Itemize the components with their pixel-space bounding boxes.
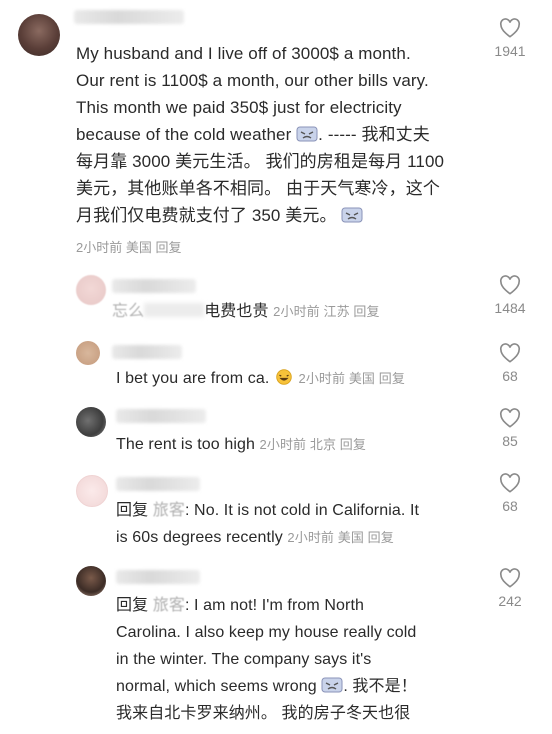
comment-meta[interactable]: 2小时前 美国 回复	[298, 371, 404, 386]
like-button[interactable]: 242	[482, 568, 538, 609]
comment-text: My husband and I live off of 3000$ a mon…	[76, 44, 445, 225]
username-blurred[interactable]	[112, 345, 182, 359]
avatar[interactable]	[18, 14, 60, 56]
like-count: 1941	[494, 43, 526, 59]
heart-outline-icon	[499, 275, 521, 295]
username-blurred[interactable]	[112, 279, 196, 293]
like-button[interactable]: 1941	[482, 18, 538, 59]
like-count: 68	[502, 498, 518, 514]
comment-text: 回复 旅客: No. It is not cold in California.…	[116, 502, 420, 546]
comment-text: The rent is too high 2小时前 北京 回复	[116, 436, 366, 453]
comment-text: 回复 旅客: I am not! I'm from North Carolina…	[116, 597, 417, 722]
username-blurred[interactable]	[116, 570, 200, 584]
like-count: 242	[498, 593, 522, 609]
heart-outline-icon	[499, 568, 521, 588]
tired-face-emoji	[296, 126, 318, 142]
heart-outline-icon	[499, 18, 521, 38]
username-blurred[interactable]	[74, 10, 184, 24]
username-blurred[interactable]	[116, 477, 200, 491]
avatar[interactable]	[76, 407, 106, 437]
like-count: 68	[502, 368, 518, 384]
comment-item: My husband and I live off of 3000$ a mon…	[0, 0, 552, 265]
like-button[interactable]: 85	[482, 408, 538, 449]
like-button[interactable]: 1484	[482, 275, 538, 316]
comment-item: I bet you are from ca. 2小时前 美国 回复 68	[0, 335, 552, 403]
comment-meta[interactable]: 2小时前 美国 回复	[287, 530, 393, 545]
laughing-emoji	[276, 369, 292, 385]
comment-item: 回复 旅客: No. It is not cold in California.…	[0, 469, 552, 564]
heart-outline-icon	[499, 343, 521, 363]
username-blurred[interactable]	[116, 409, 206, 423]
like-button[interactable]: 68	[482, 473, 538, 514]
avatar[interactable]	[76, 275, 106, 305]
comment-meta[interactable]: 2小时前 江苏 回复	[273, 304, 379, 319]
heart-outline-icon	[499, 408, 521, 428]
avatar[interactable]	[76, 341, 100, 365]
comment-text: 忘么 电费也贵 2小时前 江苏 回复	[112, 303, 380, 320]
comment-meta[interactable]: 2小时前 美国 回复	[76, 237, 181, 256]
tired-face-emoji	[321, 677, 343, 693]
like-button[interactable]: 68	[482, 343, 538, 384]
comment-item: 回复 旅客: I am not! I'm from North Carolina…	[0, 564, 552, 734]
comment-text: I bet you are from ca. 2小时前 美国 回复	[116, 369, 405, 387]
avatar[interactable]	[76, 566, 106, 596]
tired-face-emoji	[341, 207, 363, 223]
comment-meta[interactable]: 2小时前 北京 回复	[260, 437, 366, 452]
heart-outline-icon	[499, 473, 521, 493]
avatar[interactable]	[76, 475, 108, 507]
comment-item: The rent is too high 2小时前 北京 回复 85	[0, 403, 552, 469]
comment-item: 忘么 电费也贵 2小时前 江苏 回复 1484	[0, 265, 552, 335]
like-count: 85	[502, 433, 518, 449]
like-count: 1484	[494, 300, 526, 316]
